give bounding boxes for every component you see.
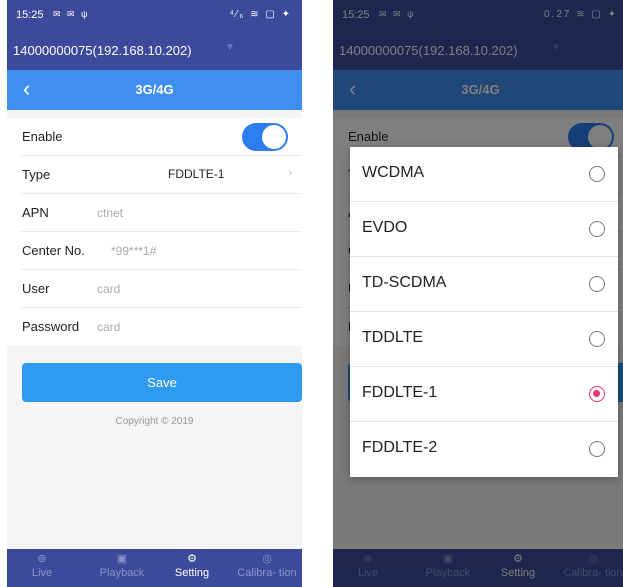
center-number-input[interactable]: *99***1# (111, 244, 156, 258)
apn-label: APN (22, 205, 49, 220)
page-header: ‹ 3G/4G (7, 70, 302, 110)
option-wcdma[interactable]: WCDMA (350, 147, 618, 202)
settings-screen: 15:25 ✉ ✉ ψ ⁴⁄₆ ≋ ▢ ✦ 14000000075(192.16… (7, 0, 302, 587)
password-label: Password (22, 319, 80, 334)
apn-input[interactable]: ctnet (97, 206, 123, 220)
copyright-text: Copyright © 2019 (115, 416, 194, 427)
type-row[interactable]: Type FDDLTE-1 › (21, 156, 302, 194)
settings-form: Enable Type FDDLTE-1 › APN ctnet Center … (7, 118, 302, 346)
option-label: FDDLTE-1 (362, 384, 438, 401)
option-label: FDDLTE-2 (362, 439, 438, 456)
chevron-right-icon: › (288, 167, 292, 179)
live-icon: ⊚ (37, 553, 47, 565)
gear-icon: ⚙ (187, 553, 197, 565)
tab-label: Playback (99, 567, 145, 579)
radio-button[interactable] (589, 276, 605, 292)
save-button[interactable]: Save (22, 363, 302, 402)
tab-label: Calibra- tion (237, 567, 297, 579)
enable-toggle[interactable] (242, 123, 288, 151)
system-icons: ⁴⁄₆ ≋ ▢ ✦ (229, 9, 292, 20)
user-input[interactable]: card (97, 282, 120, 296)
password-row: Password card (21, 308, 302, 346)
radio-button[interactable] (589, 441, 605, 457)
device-selector[interactable]: 14000000075(192.168.10.202) ▼ (7, 30, 302, 70)
radio-button[interactable] (589, 166, 605, 182)
option-label: TD-SCDMA (362, 274, 447, 291)
apn-row: APN ctnet (21, 194, 302, 232)
option-fddlte-2[interactable]: FDDLTE-2 (350, 422, 618, 477)
option-label: TDDLTE (362, 329, 424, 346)
tab-label: Live (31, 567, 53, 579)
user-label: User (22, 281, 50, 296)
option-label: EVDO (362, 219, 408, 236)
user-row: User card (21, 270, 302, 308)
tab-calibration[interactable]: ◎ Calibra- tion (232, 549, 302, 587)
option-td-scdma[interactable]: TD-SCDMA (350, 257, 618, 312)
radio-button[interactable] (589, 221, 605, 237)
radio-button-selected[interactable] (589, 386, 605, 402)
tab-label: Setting (174, 567, 210, 579)
status-time: 15:25 (16, 9, 44, 21)
notification-icons: ✉ ✉ ψ (53, 9, 90, 19)
tab-setting[interactable]: ⚙ Setting (157, 549, 227, 587)
page-title: 3G/4G (135, 82, 174, 97)
type-picker-screen: 15:25 ✉ ✉ ψ 0.27 ≋ ▢ ✦ 14000000075(192.1… (333, 0, 623, 587)
tab-playback[interactable]: ▣ Playback (87, 549, 157, 587)
radio-button[interactable] (589, 331, 605, 347)
device-name: 14000000075(192.168.10.202) (13, 43, 192, 58)
calibration-icon: ◎ (262, 553, 272, 565)
tab-live[interactable]: ⊚ Live (7, 549, 77, 587)
status-bar: 15:25 ✉ ✉ ψ ⁴⁄₆ ≋ ▢ ✦ (7, 0, 302, 30)
center-number-label: Center No. (22, 243, 85, 258)
bottom-nav: ⊚ Live ▣ Playback ⚙ Setting ◎ Calibra- tion (7, 549, 302, 587)
password-input[interactable]: card (97, 320, 120, 334)
center-number-row: Center No. *99***1# (21, 232, 302, 270)
enable-label: Enable (22, 129, 63, 144)
option-label: WCDMA (362, 164, 425, 181)
type-value: FDDLTE-1 (168, 167, 225, 181)
playback-icon: ▣ (116, 553, 128, 565)
option-tddlte[interactable]: TDDLTE (350, 312, 618, 367)
chevron-down-icon[interactable]: ▼ (225, 42, 235, 53)
option-fddlte-1[interactable]: FDDLTE-1 (350, 367, 618, 422)
type-label: Type (22, 167, 51, 182)
toggle-knob (262, 125, 286, 149)
option-evdo[interactable]: EVDO (350, 202, 618, 257)
enable-row: Enable (21, 118, 302, 156)
type-picker-dialog: WCDMA EVDO TD-SCDMA TDDLTE FDDLTE-1 FDDL… (350, 147, 618, 477)
